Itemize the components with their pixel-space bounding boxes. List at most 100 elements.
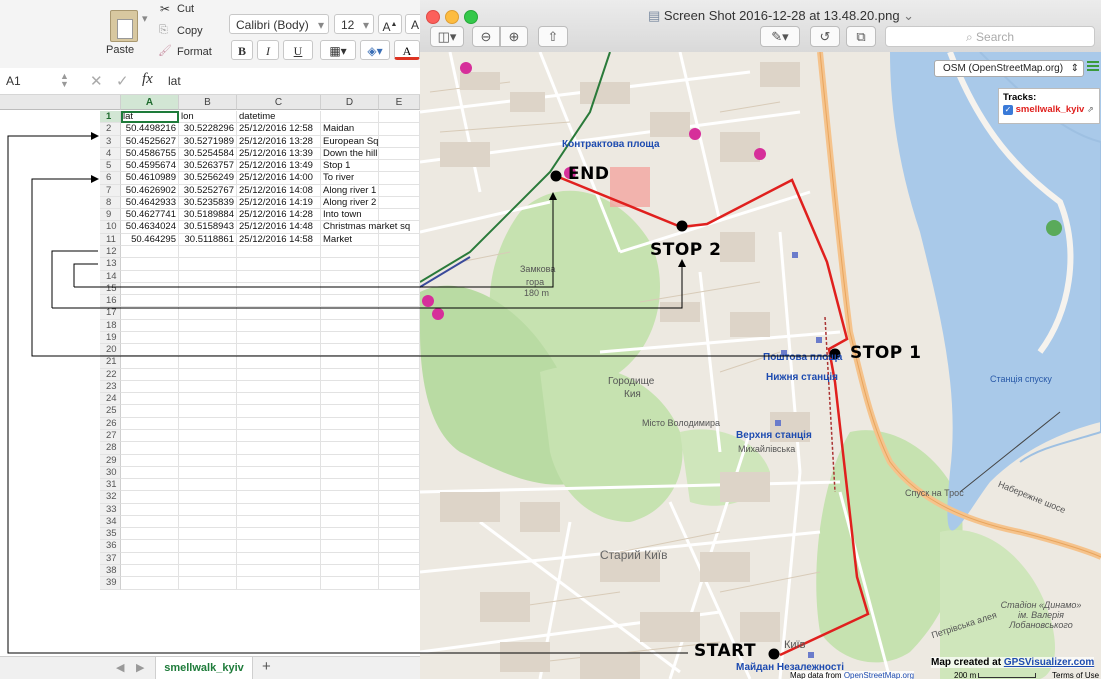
cell[interactable] <box>237 258 321 271</box>
cell[interactable]: 30.5189884 <box>179 209 237 222</box>
row-header[interactable]: 32 <box>100 491 121 504</box>
cell[interactable] <box>121 466 179 480</box>
cell[interactable] <box>237 405 321 418</box>
cell[interactable] <box>179 245 237 259</box>
cell[interactable] <box>379 123 420 136</box>
map-layer-select[interactable]: OSM (OpenStreetMap.org) ⇕ <box>934 60 1084 77</box>
cell[interactable] <box>321 466 379 480</box>
cell[interactable]: datetime <box>237 111 321 124</box>
cell[interactable] <box>321 344 379 357</box>
column-header-d[interactable]: D <box>321 95 379 110</box>
cell[interactable] <box>121 331 179 345</box>
cell[interactable]: Into town <box>321 209 379 222</box>
stepper-icon[interactable]: ▲ ▼ <box>60 72 69 89</box>
cell[interactable] <box>237 417 321 431</box>
cell[interactable] <box>121 270 179 283</box>
cell[interactable] <box>179 491 237 504</box>
cell[interactable]: 25/12/2016 14:19 <box>237 196 321 210</box>
cell[interactable] <box>179 368 237 381</box>
cell[interactable] <box>321 454 379 467</box>
cell[interactable] <box>179 454 237 467</box>
cell[interactable] <box>321 503 379 516</box>
cell[interactable]: 25/12/2016 12:58 <box>237 123 321 136</box>
cell[interactable] <box>237 503 321 516</box>
cell[interactable] <box>379 184 420 197</box>
cell[interactable]: 25/12/2016 13:49 <box>237 160 321 173</box>
font-name-select[interactable]: Calibri (Body) ▾ <box>229 14 329 34</box>
cell[interactable] <box>379 430 420 443</box>
cell[interactable] <box>121 564 179 578</box>
cell[interactable] <box>179 282 237 296</box>
row-header[interactable]: 1 <box>100 111 121 124</box>
cell[interactable] <box>179 515 237 529</box>
cell[interactable] <box>121 307 179 320</box>
cell[interactable] <box>179 270 237 283</box>
cell[interactable] <box>321 380 379 394</box>
search-input[interactable]: ⌕ Search <box>885 26 1095 47</box>
cell[interactable] <box>379 111 420 124</box>
cell[interactable] <box>321 430 379 443</box>
cell[interactable] <box>179 380 237 394</box>
cell[interactable] <box>121 245 179 259</box>
cell[interactable] <box>237 344 321 357</box>
cell[interactable] <box>121 442 179 455</box>
cell[interactable] <box>379 454 420 467</box>
cell[interactable] <box>321 515 379 529</box>
prev-sheet-icon[interactable]: ◀ <box>116 661 124 674</box>
row-header[interactable]: 9 <box>100 209 121 222</box>
cell[interactable] <box>321 564 379 578</box>
row-header[interactable]: 34 <box>100 515 121 529</box>
terms-link[interactable]: Terms of Use <box>1052 671 1099 679</box>
cell[interactable] <box>237 295 321 308</box>
shrink-font-button[interactable]: A <box>405 14 420 34</box>
row-header[interactable]: 16 <box>100 295 121 308</box>
italic-button[interactable]: I <box>257 40 279 60</box>
cell[interactable] <box>121 319 179 332</box>
cell[interactable] <box>179 331 237 345</box>
column-header-b[interactable]: B <box>179 95 237 110</box>
grow-font-button[interactable]: A▲ <box>378 14 402 34</box>
cell[interactable] <box>321 282 379 296</box>
cell[interactable] <box>321 270 379 283</box>
cell[interactable]: 50.4586755 <box>121 147 179 161</box>
cell[interactable] <box>179 356 237 369</box>
cell[interactable]: Along river 2 <box>321 196 379 210</box>
cell[interactable] <box>179 417 237 431</box>
zoom-out-button[interactable]: ⊖ <box>472 26 500 47</box>
cell[interactable]: 25/12/2016 14:08 <box>237 184 321 197</box>
formula-input[interactable]: lat <box>168 74 181 88</box>
copy-button[interactable]: Copy <box>177 25 203 37</box>
add-sheet-button[interactable]: + <box>262 658 271 675</box>
cell[interactable] <box>179 577 237 590</box>
cell[interactable]: 50.4498216 <box>121 123 179 136</box>
row-header[interactable]: 27 <box>100 430 121 443</box>
row-header[interactable]: 23 <box>100 380 121 394</box>
openstreetmap-link[interactable]: OpenStreetMap.org <box>844 671 914 679</box>
sidebar-toggle-button[interactable]: ◫▾ <box>430 26 464 47</box>
cell[interactable] <box>179 479 237 492</box>
cell[interactable] <box>179 393 237 406</box>
row-header[interactable]: 18 <box>100 319 121 332</box>
paste-button[interactable]: Paste <box>106 44 134 56</box>
cell[interactable]: Along river 1 <box>321 184 379 197</box>
cell[interactable] <box>121 368 179 381</box>
cell[interactable] <box>379 552 420 565</box>
row-header[interactable]: 39 <box>100 577 121 590</box>
row-header[interactable]: 36 <box>100 540 121 553</box>
cell[interactable] <box>379 233 420 246</box>
row-header[interactable]: 33 <box>100 503 121 516</box>
cell[interactable]: Stop 1 <box>321 160 379 173</box>
cell[interactable] <box>321 295 379 308</box>
cell[interactable]: 25/12/2016 14:48 <box>237 221 321 234</box>
cell[interactable] <box>379 258 420 271</box>
cell[interactable]: 50.4610989 <box>121 172 179 185</box>
rotate-button[interactable]: ↺ <box>810 26 840 47</box>
row-header[interactable]: 31 <box>100 479 121 492</box>
cell[interactable]: lat <box>121 111 179 124</box>
cell[interactable] <box>321 393 379 406</box>
row-header[interactable]: 25 <box>100 405 121 418</box>
cell[interactable] <box>379 295 420 308</box>
column-header-c[interactable]: C <box>237 95 321 110</box>
cell[interactable] <box>121 515 179 529</box>
font-color-button[interactable]: A <box>394 40 420 60</box>
